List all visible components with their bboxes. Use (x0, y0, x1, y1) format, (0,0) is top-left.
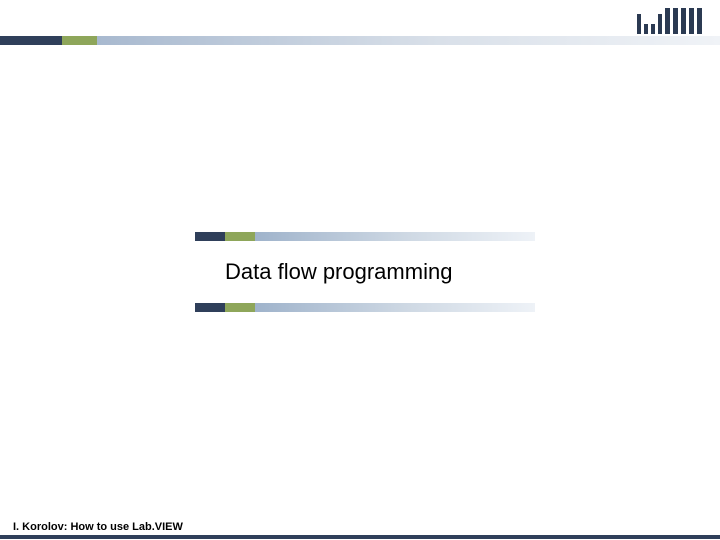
title-block: Data flow programming (195, 232, 535, 312)
slide-title: Data flow programming (195, 241, 535, 303)
header (0, 0, 720, 45)
footer-divider (0, 535, 720, 539)
title-bottom-accent (195, 303, 535, 312)
header-divider-bar (0, 36, 720, 45)
logo-szfki (637, 4, 702, 34)
title-top-accent (195, 232, 535, 241)
footer-text: I. Korolov: How to use Lab.VIEW (13, 521, 183, 533)
